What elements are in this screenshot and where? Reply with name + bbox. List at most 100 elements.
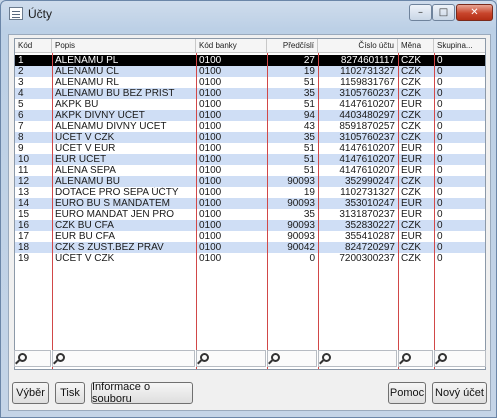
cell-skupina: 0 — [437, 121, 443, 132]
table-row[interactable]: 2 ALENAMU CL 0100 19 1102731327 CZK 0 — [15, 66, 485, 77]
title-bar: Účty – □ ✕ — [1, 1, 496, 27]
informace-o-souboru-button[interactable]: Informace o souboru — [91, 381, 193, 405]
cell-skupina: 0 — [437, 231, 443, 242]
cell-kod-banky: 0100 — [199, 66, 222, 77]
cell-skupina: 0 — [437, 242, 443, 253]
column-divider — [398, 53, 399, 369]
table-row[interactable]: 13 DOTACE PRO SEPA ÚČTY 0100 19 1102731327 CZ… — [15, 187, 485, 198]
close-button[interactable]: ✕ — [456, 4, 493, 21]
column-header-kod-banky[interactable]: Kód banky — [196, 39, 267, 53]
column-divider — [318, 53, 319, 369]
cell-kod: 16 — [18, 220, 30, 231]
cell-skupina: 0 — [437, 55, 443, 66]
cell-cislo-uctu: 353010247 — [344, 198, 395, 209]
tisk-button[interactable]: Tisk — [55, 382, 85, 404]
cell-kod: 18 — [18, 242, 30, 253]
cell-cislo-uctu: 8274601117 — [340, 55, 395, 66]
cell-kod-banky: 0100 — [199, 55, 222, 66]
filter-kod[interactable] — [14, 350, 51, 367]
cell-kod-banky: 0100 — [199, 110, 222, 121]
search-icon — [322, 353, 331, 362]
cell-predcisli: 94 — [303, 110, 315, 121]
cell-popis: AKPK DIVNY ÚČET — [55, 110, 145, 121]
cell-skupina: 0 — [437, 99, 443, 110]
cell-predcisli: 35 — [303, 209, 315, 220]
cell-popis: CZK BU CFA — [55, 220, 114, 231]
cell-kod: 17 — [18, 231, 30, 242]
column-header-mena[interactable]: Měna — [398, 39, 434, 53]
accounts-window: Účty – □ ✕ Kód Popis Kód banky Předčíslí… — [0, 0, 497, 418]
cell-skupina: 0 — [437, 132, 443, 143]
filter-cislo-uctu[interactable] — [318, 350, 397, 367]
table-row[interactable]: 19 ÚČET V CZK 0100 0 7200300237 CZK 0 — [15, 253, 485, 264]
table-row[interactable]: 17 EUR BU CFA 0100 90093 355410287 EUR 0 — [15, 231, 485, 242]
cell-skupina: 0 — [437, 220, 443, 231]
filter-skupina[interactable] — [434, 350, 486, 367]
table-row[interactable]: 3 ALENAMU RL 0100 51 1159831767 CZK 0 — [15, 77, 485, 88]
cell-skupina: 0 — [437, 66, 443, 77]
column-header-cislo-uctu[interactable]: Číslo účtu — [318, 39, 398, 53]
cell-mena: EUR — [401, 209, 423, 220]
cell-mena: CZK — [401, 121, 421, 132]
cell-popis: EURO BU S MANDÁTEM — [55, 198, 171, 209]
cell-cislo-uctu: 1102731327 — [340, 66, 395, 77]
table-row[interactable]: 7 ALENAMU DIVNY UCET 0100 43 8591870257 CZK 0 — [15, 121, 485, 132]
table-row[interactable]: 8 ÚČET V CZK 0100 35 3105760237 CZK 0 — [15, 132, 485, 143]
table-row[interactable]: 11 ALENA SEPA 0100 51 4147610207 EUR 0 — [15, 165, 485, 176]
table-row[interactable]: 4 ALENAMU BU BEZ PRIST 0100 35 3105760237 CZK… — [15, 88, 485, 99]
cell-kod: 12 — [18, 176, 30, 187]
table-row[interactable]: 18 CZK S ZUST.BEZ PRAV 0100 90042 824720297 C… — [15, 242, 485, 253]
cell-kod-banky: 0100 — [199, 253, 222, 264]
column-header-predcisli[interactable]: Předčíslí — [267, 39, 318, 53]
cell-kod-banky: 0100 — [199, 231, 222, 242]
minimize-button[interactable]: – — [409, 4, 432, 21]
cell-predcisli: 51 — [303, 99, 315, 110]
table-row[interactable]: 14 EURO BU S MANDÁTEM 0100 90093 353010247 EU… — [15, 198, 485, 209]
table-row[interactable]: 9 ÚČET V EUR 0100 51 4147610207 EUR 0 — [15, 143, 485, 154]
cell-mena: EUR — [401, 165, 423, 176]
cell-predcisli: 27 — [303, 55, 315, 66]
filter-kod-banky[interactable] — [196, 350, 266, 367]
table-row[interactable]: 10 EUR ÚČET 0100 51 4147610207 EUR 0 — [15, 154, 485, 165]
cell-kod-banky: 0100 — [199, 88, 222, 99]
table-header: Kód Popis Kód banky Předčíslí Číslo účtu… — [15, 39, 485, 53]
cell-predcisli: 35 — [303, 88, 315, 99]
cell-kod: 1 — [18, 55, 24, 66]
cell-predcisli: 51 — [303, 143, 315, 154]
cell-kod: 15 — [18, 209, 30, 220]
cell-popis: DOTACE PRO SEPA ÚČTY — [55, 187, 179, 198]
cell-mena: CZK — [401, 77, 421, 88]
filter-predcisli[interactable] — [267, 350, 317, 367]
cell-predcisli: 90093 — [287, 198, 315, 209]
novy-ucet-button[interactable]: Nový účet — [432, 382, 487, 404]
cell-cislo-uctu: 4147610207 — [339, 165, 395, 176]
column-header-kod[interactable]: Kód — [15, 39, 52, 53]
cell-predcisli: 51 — [303, 165, 315, 176]
search-icon — [56, 353, 65, 362]
vyber-button[interactable]: Výběr — [12, 382, 49, 404]
cell-cislo-uctu: 4147610207 — [339, 99, 395, 110]
table-row[interactable]: 12 ALENAMU BU 0100 90093 352990247 CZK 0 — [15, 176, 485, 187]
filter-mena[interactable] — [398, 350, 433, 367]
table-row[interactable]: 15 EURO MANDAT JEN PRO 0100 35 3131870237 EUR… — [15, 209, 485, 220]
cell-mena: CZK — [401, 176, 421, 187]
column-header-popis[interactable]: Popis — [52, 39, 196, 53]
column-header-skupina[interactable]: Skupina... — [434, 39, 485, 53]
cell-popis: ALENA SEPA — [55, 165, 116, 176]
cell-predcisli: 90042 — [287, 242, 315, 253]
cell-kod-banky: 0100 — [199, 220, 222, 231]
cell-kod: 5 — [18, 99, 24, 110]
pomoc-button[interactable]: Pomoc — [388, 382, 426, 404]
table-row[interactable]: 5 AKPK BU 0100 51 4147610207 EUR 0 — [15, 99, 485, 110]
cell-kod: 10 — [18, 154, 30, 165]
cell-cislo-uctu: 1102731327 — [340, 187, 395, 198]
cell-cislo-uctu: 352990247 — [344, 176, 395, 187]
table-row[interactable]: 16 CZK BU CFA 0100 90093 352830227 CZK 0 — [15, 220, 485, 231]
cell-predcisli: 19 — [303, 187, 315, 198]
table-row[interactable]: 6 AKPK DIVNY ÚČET 0100 94 4403480297 CZK 0 — [15, 110, 485, 121]
filter-popis[interactable] — [52, 350, 195, 367]
maximize-button[interactable]: □ — [432, 4, 455, 21]
cell-kod-banky: 0100 — [199, 143, 222, 154]
table-row[interactable]: 1 ALENAMU PL 0100 27 8274601117 CZK 0 — [15, 55, 485, 66]
cell-mena: CZK — [401, 187, 421, 198]
